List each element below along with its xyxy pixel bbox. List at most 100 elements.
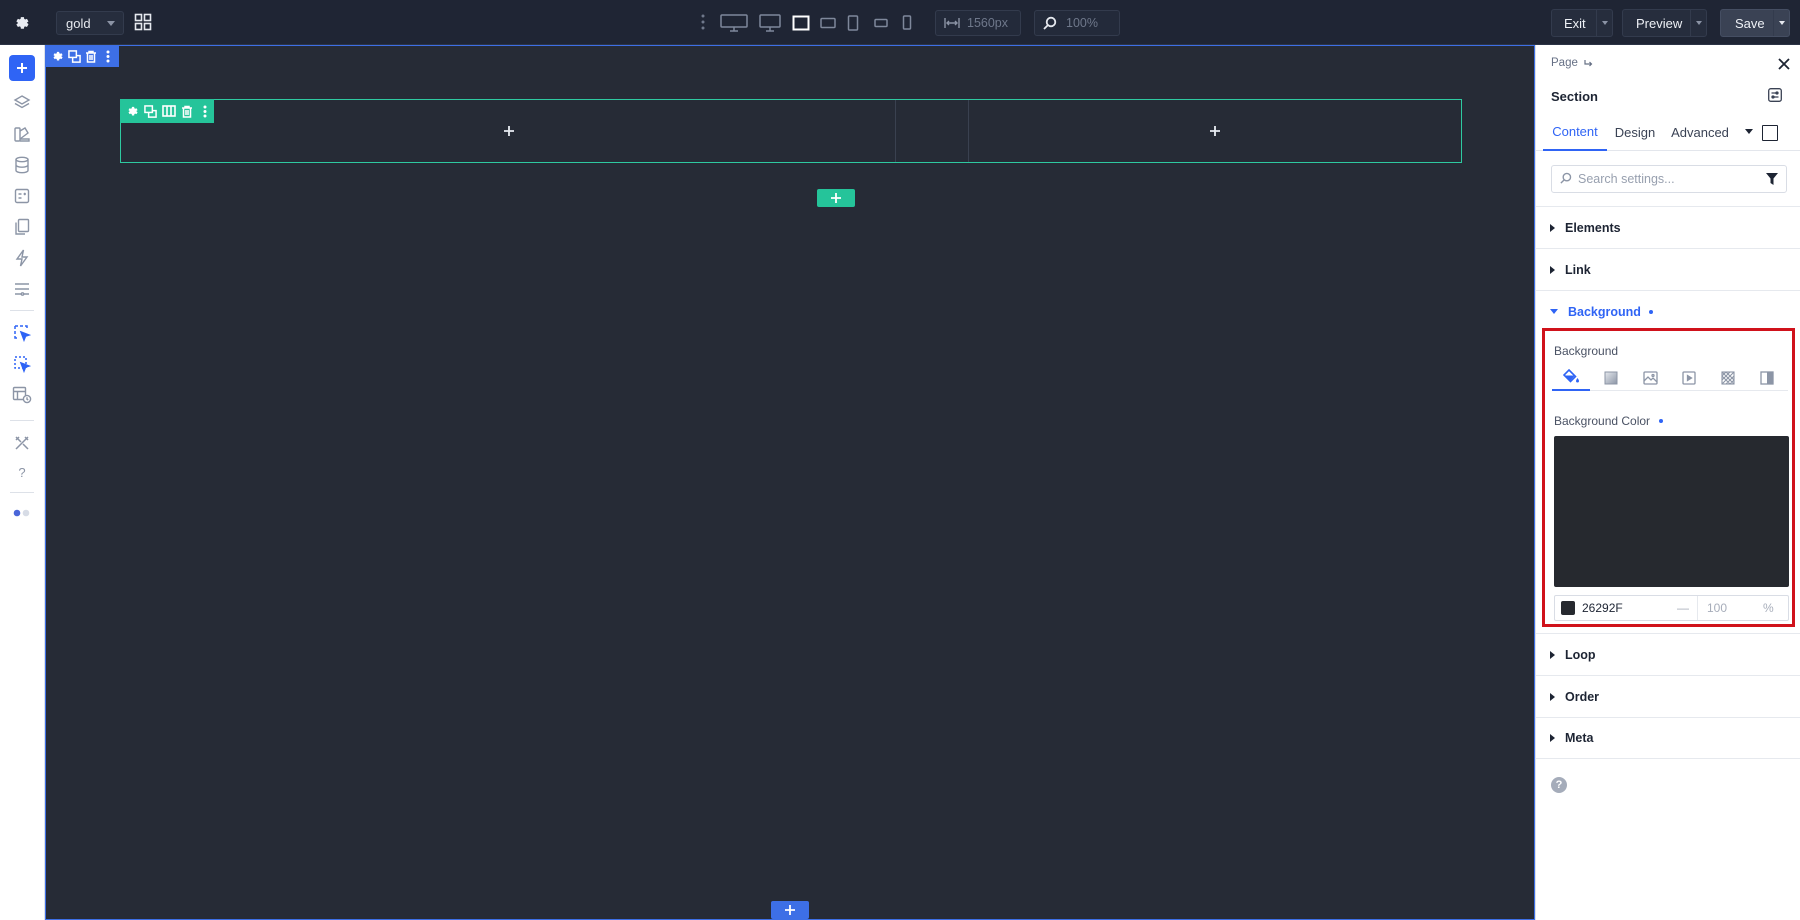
pages-icon[interactable] [10,215,34,239]
canvas-width-value: 1560px [967,16,1009,30]
help-glyph: ? [18,464,26,480]
accordion-link[interactable]: Link [1536,248,1800,290]
tablet-landscape-icon[interactable] [819,12,837,33]
panel-tabs: Content Design Advanced [1536,113,1800,151]
exit-dropdown-button[interactable] [1596,10,1612,36]
tools-icon[interactable] [10,431,34,455]
page-selector[interactable]: gold [56,11,124,35]
column-3[interactable] [969,100,1461,162]
sliders-icon[interactable] [1768,88,1784,104]
return-arrow-icon [1584,59,1593,66]
duplicate-icon[interactable] [67,49,81,63]
help-circle-icon[interactable]: ? [1551,777,1567,793]
accordion-order[interactable]: Order [1536,675,1800,717]
caret-right-icon [1550,265,1555,274]
accordion-background[interactable]: Background [1536,290,1800,332]
background-type-tabs [1552,364,1788,391]
tab-design[interactable]: Design [1610,113,1660,151]
more-vertical-icon[interactable] [101,49,115,63]
laptop-icon[interactable] [791,12,811,33]
add-icon[interactable] [502,124,516,138]
save-dropdown-button[interactable] [1773,10,1789,36]
overlay-icon[interactable] [1748,364,1786,391]
modified-dot [1659,419,1664,423]
color-swatch[interactable] [1561,601,1575,615]
add-element-button[interactable] [9,55,35,81]
template-history-icon[interactable] [10,383,34,407]
color-input[interactable]: 26292F — 100 % [1554,595,1789,621]
help-icon[interactable]: ? [10,460,34,484]
custom-element-cursor-icon[interactable] [10,321,34,345]
chevron-down-icon [1695,21,1702,25]
square-icon[interactable] [1762,125,1778,141]
pattern-icon[interactable] [1709,364,1747,391]
database-icon[interactable] [10,153,34,177]
canvas[interactable] [45,45,1535,920]
chevron-down-icon [107,21,115,26]
search-icon [1560,172,1574,186]
chevron-down-icon [1601,21,1608,25]
search-input[interactable] [1578,172,1758,186]
paint-bucket-icon[interactable] [1552,364,1590,391]
tab-content[interactable]: Content [1543,113,1607,151]
sidebar-divider [10,492,34,493]
accordion-label: Elements [1565,220,1621,235]
layers-icon[interactable] [10,91,34,115]
column-1[interactable] [121,100,896,162]
more-vertical-icon[interactable] [197,104,212,119]
breadcrumb[interactable]: Page [1551,57,1593,69]
filter-icon[interactable] [1766,173,1778,185]
exit-button[interactable]: Exit [1551,9,1613,37]
column-2[interactable] [896,100,969,162]
chevron-down-icon[interactable] [1745,129,1753,134]
accordion-meta[interactable]: Meta [1536,717,1800,759]
settings-gear-icon[interactable] [50,49,64,63]
search-settings[interactable] [1551,165,1787,193]
hex-value[interactable]: 26292F [1582,601,1677,615]
theme-styles-icon[interactable] [10,122,34,146]
settings-gear-icon[interactable] [125,104,140,119]
zoom-search-icon [1043,16,1059,30]
site-settings-icon[interactable] [10,277,34,301]
modified-dot [1648,309,1653,314]
gradient-icon[interactable] [1592,364,1630,391]
container-block[interactable] [120,99,1462,163]
preview-dropdown-button[interactable] [1690,10,1706,36]
desktop-wide-icon[interactable] [719,12,749,33]
toggle-icon[interactable] [10,501,34,525]
zoom-field[interactable]: 100% [1034,10,1120,36]
canvas-width-field[interactable]: 1560px [935,10,1021,36]
accordion-loop[interactable]: Loop [1536,633,1800,675]
settings-gear-icon[interactable] [9,11,35,35]
insert-element-button[interactable] [817,189,855,207]
alpha-input[interactable]: 100 [1697,596,1755,620]
panel-title: Section [1551,89,1598,104]
close-icon[interactable] [1777,57,1791,71]
save-button[interactable]: Save [1720,9,1790,37]
preview-button[interactable]: Preview [1622,9,1707,37]
image-icon[interactable] [1631,364,1669,391]
mobile-landscape-icon[interactable] [873,12,889,33]
mobile-portrait-icon[interactable] [900,12,914,33]
columns-icon[interactable] [161,104,176,119]
accordion-elements[interactable]: Elements [1536,206,1800,248]
tab-advanced[interactable]: Advanced [1664,113,1736,151]
add-section-button[interactable] [771,901,809,919]
alpha-unit: % [1763,601,1774,615]
custom-element-select-icon[interactable] [10,352,34,376]
templates-icon[interactable] [10,184,34,208]
delete-icon[interactable] [84,49,98,63]
color-preview-swatch[interactable] [1554,436,1789,587]
duplicate-icon[interactable] [143,104,158,119]
grid-icon[interactable] [133,12,153,32]
zoom-value: 100% [1066,16,1098,30]
desktop-icon[interactable] [758,12,782,33]
width-arrows-icon [944,17,960,29]
add-icon[interactable] [1208,124,1222,138]
video-icon[interactable] [1670,364,1708,391]
breadcrumb-page[interactable]: Page [1551,57,1578,69]
more-vertical-icon[interactable] [697,12,709,32]
tablet-portrait-icon[interactable] [846,12,860,33]
lightning-icon[interactable] [10,246,34,270]
delete-icon[interactable] [179,104,194,119]
